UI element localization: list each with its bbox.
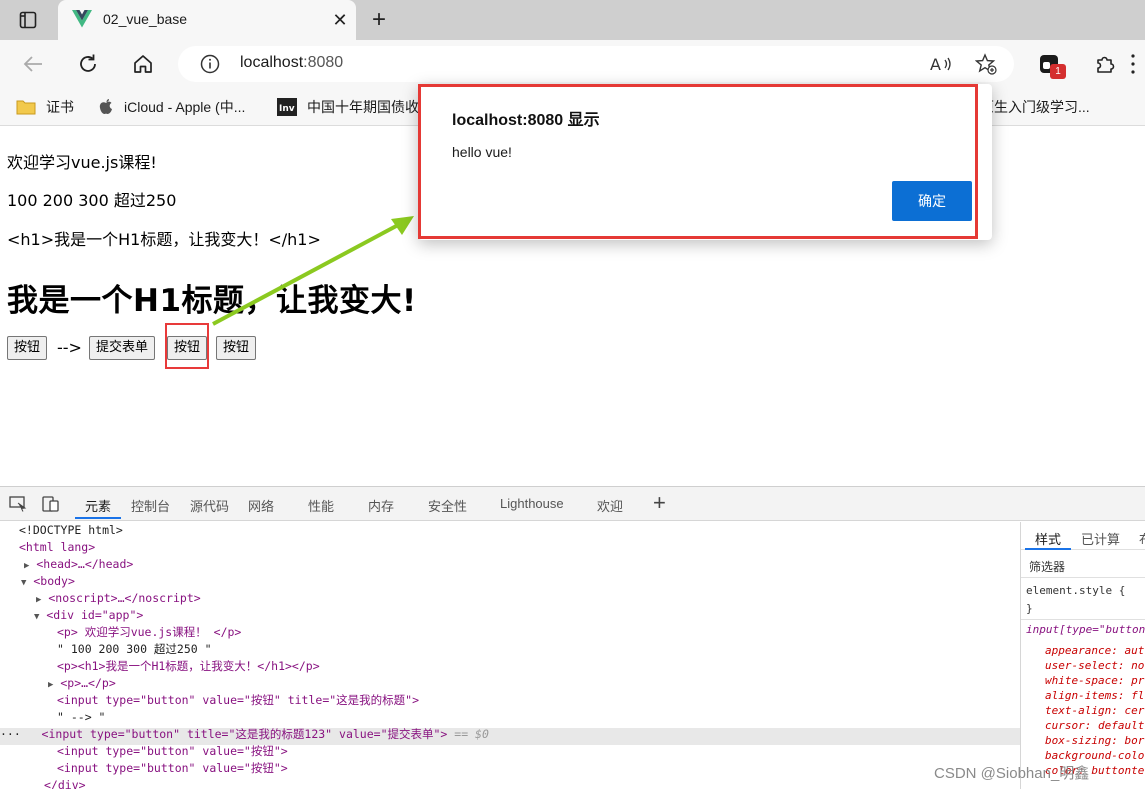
vue-logo-icon — [72, 10, 92, 33]
svg-text:Inv: Inv — [279, 104, 295, 114]
dom-node[interactable]: <input type="button" value="按钮"> — [57, 760, 288, 777]
dom-node[interactable]: <!DOCTYPE html> — [19, 522, 123, 539]
home-button[interactable] — [129, 50, 157, 78]
tab-sources[interactable]: 源代码 — [190, 496, 229, 515]
devtools-panel: 元素 控制台 源代码 网络 性能 内存 安全性 Lighthouse 欢迎 + … — [0, 486, 1145, 789]
rule-selector: input[type="button — [1026, 623, 1145, 636]
dom-node[interactable]: ▶ <p>…</p> — [48, 675, 116, 692]
tab-welcome[interactable]: 欢迎 — [597, 496, 623, 515]
home-icon — [134, 55, 152, 73]
dom-node[interactable]: <input type="button" value="按钮"> — [57, 743, 288, 760]
tab-security[interactable]: 安全性 — [428, 496, 467, 515]
style-property[interactable]: align-items: fl — [1045, 689, 1144, 702]
dom-node[interactable]: ▼ <div id="app"> — [34, 607, 143, 624]
style-property[interactable]: user-select: no — [1045, 659, 1144, 672]
dom-node[interactable]: ▶ <noscript>…</noscript> — [36, 590, 201, 607]
tab-elements[interactable]: 元素 — [85, 496, 111, 515]
tab-computed[interactable]: 已计算 — [1081, 529, 1120, 548]
dom-node[interactable]: </div> — [44, 777, 86, 789]
browser-toolbar: localhost:8080 A — [0, 40, 1145, 88]
inspect-element-icon[interactable] — [9, 496, 27, 517]
tab-styles[interactable]: 样式 — [1035, 529, 1061, 548]
investing-icon: Inv — [277, 98, 297, 116]
address-bar[interactable]: localhost:8080 A — [178, 46, 1014, 82]
apple-icon — [98, 98, 114, 116]
dom-node[interactable]: ▼ <body> — [21, 573, 75, 590]
puzzle-icon — [1097, 56, 1115, 73]
rule-close-brace: } — [1026, 602, 1033, 615]
tab-performance[interactable]: 性能 — [308, 496, 334, 515]
bookmark-item[interactable]: Inv 中国十年期国债收... — [277, 96, 431, 118]
device-toggle-icon[interactable] — [42, 496, 60, 517]
bookmark-item[interactable]: iCloud - Apple (中... — [98, 96, 245, 118]
refresh-button[interactable] — [74, 50, 102, 78]
styles-pane: 样式 已计算 布 筛选器 element.style { } input[typ… — [1020, 522, 1145, 789]
button-4[interactable]: 按钮 — [216, 336, 257, 360]
element-style-rule: element.style { — [1026, 584, 1126, 597]
styles-tabbar: 样式 已计算 布 — [1021, 522, 1145, 550]
style-property[interactable]: background-colo — [1045, 749, 1144, 762]
tab-layout[interactable]: 布 — [1139, 529, 1145, 548]
tab-title: 02_vue_base — [103, 11, 188, 27]
dom-node-selected[interactable]: ··· <input type="button" title="这是我的标题12… — [0, 726, 489, 743]
tab-console[interactable]: 控制台 — [131, 496, 170, 515]
dialog-highlight-box — [418, 84, 978, 239]
add-tab-icon[interactable]: + — [653, 490, 666, 516]
csdn-watermark: CSDN @Siobhan_明鑫 — [934, 765, 1090, 782]
dom-node[interactable]: <input type="button" value="按钮" title="这… — [57, 692, 419, 709]
new-tab-button[interactable]: + — [366, 6, 392, 34]
styles-filter-input[interactable]: 筛选器 — [1021, 550, 1145, 578]
favorite-star-icon[interactable] — [974, 53, 997, 80]
welcome-text: 欢迎学习vue.js课程! — [7, 153, 157, 172]
devtools-tabbar: 元素 控制台 源代码 网络 性能 内存 安全性 Lighthouse 欢迎 + — [0, 487, 1145, 521]
tab-network[interactable]: 网络 — [248, 496, 274, 515]
dom-node[interactable]: " --> " — [57, 709, 105, 726]
dom-node[interactable]: ▶ <head>…</head> — [24, 556, 133, 573]
dom-node[interactable]: <html lang> — [19, 539, 95, 556]
tab-lighthouse[interactable]: Lighthouse — [500, 496, 564, 511]
tab-actions-button[interactable] — [0, 0, 56, 40]
page-heading: 我是一个H1标题，让我变大! — [7, 283, 417, 319]
url-text[interactable]: localhost:8080 — [240, 54, 343, 72]
bookmark-item[interactable]: 证书 — [16, 96, 74, 118]
tab-bar: 02_vue_base ✕ + — [0, 0, 1145, 40]
dom-node[interactable]: <p><h1>我是一个H1标题，让我变大！</h1></p> — [57, 658, 320, 675]
read-aloud-icon[interactable]: A — [930, 54, 954, 79]
style-property[interactable]: box-sizing: bor — [1045, 734, 1144, 747]
info-icon[interactable] — [200, 54, 220, 79]
button-highlight-box — [165, 323, 209, 369]
dom-node[interactable]: " 100 200 300 超过250 " — [57, 641, 212, 658]
more-menu-icon[interactable] — [1131, 52, 1135, 76]
style-property[interactable]: white-space: pr — [1045, 674, 1144, 687]
button-1[interactable]: 按钮 — [7, 336, 48, 360]
back-arrow-icon — [23, 56, 42, 72]
browser-tab[interactable]: 02_vue_base ✕ — [58, 0, 356, 40]
style-property[interactable]: text-align: cer — [1045, 704, 1144, 717]
svg-text:A: A — [930, 55, 941, 74]
numbers-text: 100 200 300 超过250 — [7, 191, 177, 210]
active-tab-underline — [75, 517, 121, 519]
tab-memory[interactable]: 内存 — [368, 496, 394, 515]
dom-tree: <!DOCTYPE html> <html lang> ▶ <head>…</h… — [0, 522, 1020, 789]
dom-node[interactable]: <p> 欢迎学习vue.js课程！ </p> — [57, 624, 241, 641]
extension-badge: 1 — [1050, 64, 1066, 79]
arrow-text: --> — [57, 338, 82, 357]
style-property[interactable]: appearance: aut — [1045, 644, 1144, 657]
refresh-icon — [80, 54, 96, 72]
style-property[interactable]: cursor: default — [1045, 719, 1144, 732]
back-button[interactable] — [19, 50, 47, 78]
raw-html-text: <h1>我是一个H1标题，让我变大！</h1> — [7, 230, 321, 249]
extensions-menu-button[interactable] — [1091, 50, 1119, 78]
tab-actions-icon — [19, 11, 37, 29]
submit-form-button[interactable]: 提交表单 — [89, 336, 156, 360]
folder-icon — [16, 99, 36, 115]
tab-close-icon[interactable]: ✕ — [329, 9, 351, 31]
